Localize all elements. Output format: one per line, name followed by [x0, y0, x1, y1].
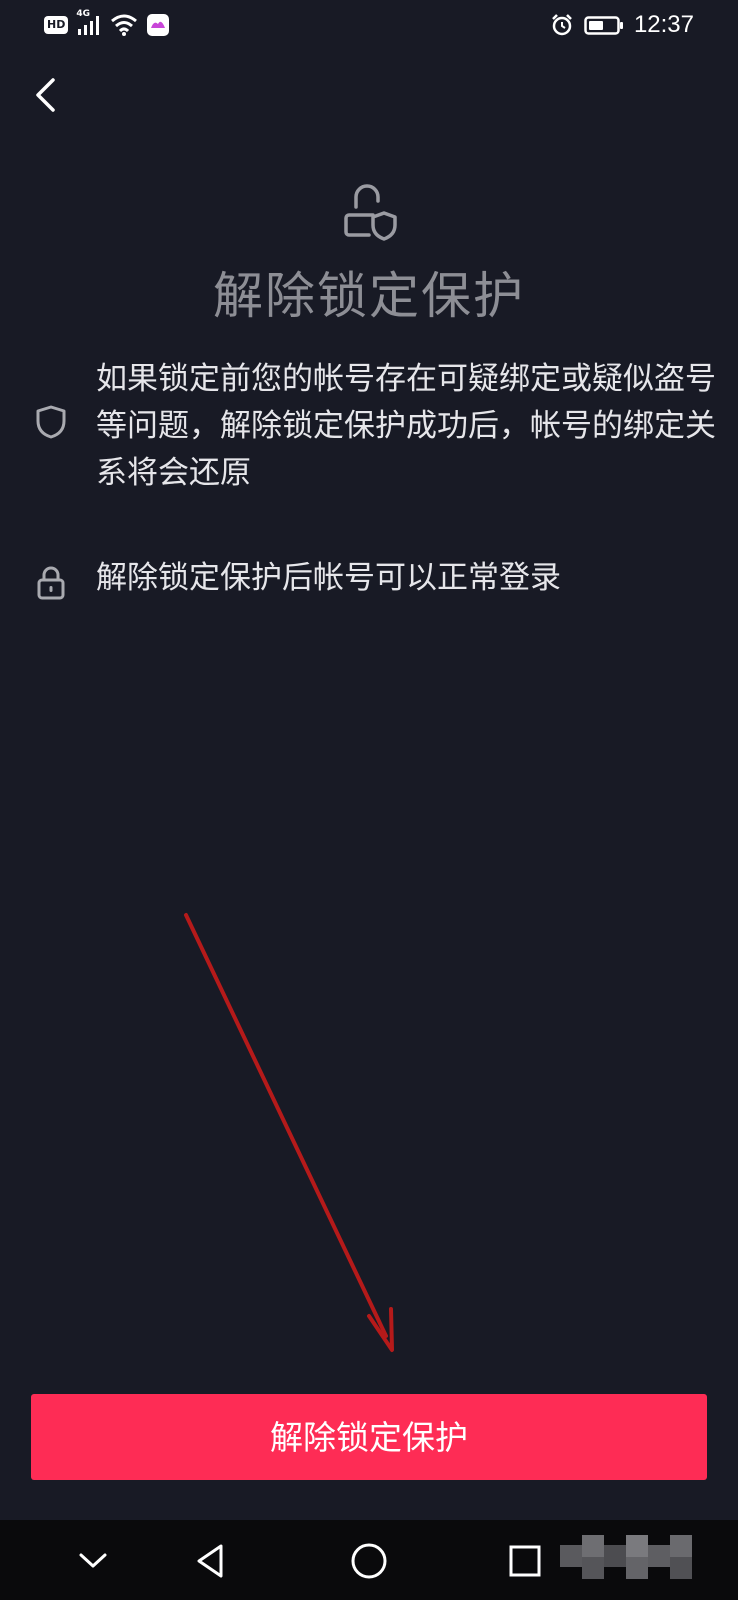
shield-icon — [34, 404, 68, 440]
home-circle-icon — [351, 1543, 387, 1579]
lock-shield-icon — [343, 183, 399, 243]
chevron-down-icon — [79, 1553, 107, 1568]
status-bar: HD 4G 12:37 — [0, 0, 738, 52]
nav-recents-button[interactable] — [502, 1538, 548, 1584]
unlock-protection-button[interactable]: 解除锁定保护 — [31, 1394, 707, 1480]
hd-icon: HD — [44, 16, 69, 34]
status-right: 12:37 — [550, 11, 694, 39]
nav-collapse-button[interactable] — [70, 1538, 116, 1584]
wifi-icon — [110, 13, 138, 37]
status-left: HD 4G — [44, 9, 170, 37]
recents-square-icon — [509, 1545, 541, 1577]
page-title: 解除锁定保护 — [213, 267, 525, 325]
nav-home-button[interactable] — [346, 1538, 392, 1584]
pixelated-watermark — [560, 1535, 700, 1590]
alarm-icon — [550, 13, 574, 37]
chevron-left-icon — [36, 78, 55, 112]
lock-icon — [34, 565, 68, 601]
battery-icon — [584, 13, 624, 37]
back-button[interactable] — [28, 70, 68, 120]
nav-back-button[interactable] — [188, 1538, 234, 1584]
info-text: 解除锁定保护后帐号可以正常登录 — [96, 560, 561, 596]
clock-time: 12:37 — [633, 11, 694, 38]
signal-icon: 4G — [76, 9, 102, 37]
app-notification-icon — [146, 13, 170, 37]
info-text: 如果锁定前您的帐号存在可疑绑定或疑似盗号等问题，解除锁定保护成功后，帐号的绑定关… — [96, 361, 716, 491]
back-triangle-icon — [197, 1544, 223, 1578]
